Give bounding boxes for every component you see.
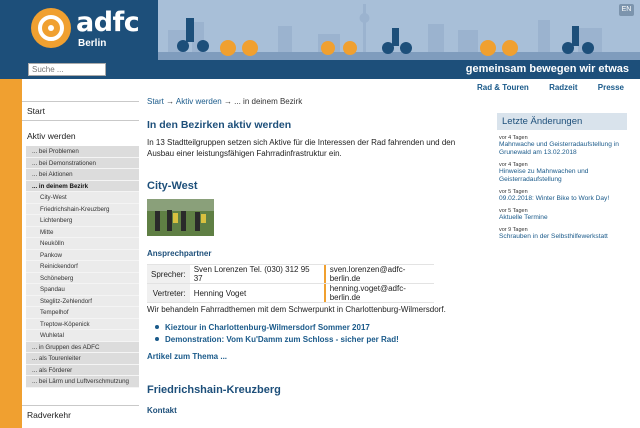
article-list: Kieztour in Charlottenburg-Wilmersdorf S… xyxy=(155,322,399,346)
bullet-icon xyxy=(155,325,159,329)
sidebar-subitem[interactable]: ... als Förderer xyxy=(26,364,139,376)
contact-email[interactable]: henning.voget@adfc-berlin.de xyxy=(325,283,434,303)
sidebar-subitem[interactable]: Reinickendorf xyxy=(26,261,139,273)
sidebar-subitem[interactable]: ... bei Demonstrationen xyxy=(26,157,139,169)
sidebar-item-start[interactable]: Start xyxy=(22,101,139,121)
article-link[interactable]: Kieztour in Charlottenburg-Wilmersdorf S… xyxy=(165,323,370,332)
language-switch-button[interactable]: EN xyxy=(619,4,634,16)
sidebar-subitem[interactable]: Tempelhof xyxy=(26,307,139,319)
contact-name: Sven Lorenzen Tel. (030) 312 95 37 xyxy=(189,264,324,284)
section-title-friedrichshain: Friedrichshain-Kreuzberg xyxy=(147,384,281,396)
breadcrumb: Start → Aktiv werden → ... in deinem Bez… xyxy=(147,97,302,106)
sidebar-subitem[interactable]: ... bei Problemen xyxy=(26,146,139,158)
contact-name: Henning Voget xyxy=(189,283,324,303)
sidebar-subitem[interactable]: Neukölln xyxy=(26,238,139,250)
logo-text: adfc xyxy=(76,7,140,38)
article-link[interactable]: Demonstration: Vom Ku'Damm zum Schloss -… xyxy=(165,335,399,344)
left-accent-stripe xyxy=(0,79,22,428)
sidebar-subitem[interactable]: Steglitz-Zehlendorf xyxy=(26,295,139,307)
table-row: Sprecher: Sven Lorenzen Tel. (030) 312 9… xyxy=(147,264,434,284)
search-input[interactable] xyxy=(28,63,106,76)
group-photo[interactable] xyxy=(147,199,214,236)
contact-email[interactable]: sven.lorenzen@adfc-berlin.de xyxy=(325,264,434,284)
sidebar-subitem[interactable]: ... bei Aktionen xyxy=(26,169,139,181)
adfc-logo-icon xyxy=(31,8,71,48)
change-link[interactable]: Schrauben in der Selbsthilfewerkstatt xyxy=(499,233,627,241)
contact-heading: Ansprechpartner xyxy=(147,249,212,258)
list-item[interactable]: Kieztour in Charlottenburg-Wilmersdorf S… xyxy=(155,322,399,334)
sidebar-item-aktiv-werden[interactable]: Aktiv werden xyxy=(22,127,139,145)
sidebar-subitem[interactable]: Pankow xyxy=(26,249,139,261)
toplink-radzeit[interactable]: Radzeit xyxy=(549,83,577,92)
slogan-text: gemeinsam bewegen wir etwas xyxy=(465,63,629,75)
slogan-bar: gemeinsam bewegen wir etwas xyxy=(158,60,640,79)
more-articles-link[interactable]: Artikel zum Thema ... xyxy=(147,352,227,361)
contact-role: Vertreter: xyxy=(147,283,190,303)
sidebar-subitem[interactable]: ... als Tourenleiter xyxy=(26,353,139,365)
sidebar-subitem[interactable]: ... in Gruppen des ADFC xyxy=(26,341,139,353)
sidebar-subitem[interactable]: ... bei Lärm und Luftverschmutzung xyxy=(26,376,139,388)
breadcrumb-arrow: → xyxy=(163,97,176,106)
header-banner-image: EN xyxy=(158,0,640,60)
sidebar-subitem[interactable]: Treptow-Köpenick xyxy=(26,318,139,330)
table-row: Vertreter: Henning Voget henning.voget@a… xyxy=(147,283,434,303)
cyclists-skyline-illustration xyxy=(158,0,640,60)
breadcrumb-start[interactable]: Start xyxy=(147,97,164,106)
sidebar-subitem[interactable]: Spandau xyxy=(26,284,139,296)
change-link[interactable]: 09.02.2018: Winter Bike to Work Day! xyxy=(499,195,627,203)
breadcrumb-aktiv-werden[interactable]: Aktiv werden xyxy=(176,97,222,106)
sidebar-subitem[interactable]: ... in deinem Bezirk xyxy=(26,180,139,192)
main-content: Start → Aktiv werden → ... in deinem Bez… xyxy=(147,79,487,428)
sidebar-subitem[interactable]: Schöneberg xyxy=(26,272,139,284)
page-title: In den Bezirken aktiv werden xyxy=(147,119,292,131)
toplink-presse[interactable]: Presse xyxy=(598,83,624,92)
recent-changes-title: Letzte Änderungen xyxy=(497,113,627,130)
change-link[interactable]: Mahnwache und Geisterradaufstellung in G… xyxy=(499,141,627,157)
change-link[interactable]: Hinweise zu Mahnwachen und Geisterradauf… xyxy=(499,168,627,184)
intro-text: In 13 Stadtteilgruppen setzen sich Aktiv… xyxy=(147,138,456,158)
list-item[interactable]: Demonstration: Vom Ku'Damm zum Schloss -… xyxy=(155,334,399,346)
list-item: vor 5 Tagen 09.02.2018: Winter Bike to Wo… xyxy=(497,189,627,203)
breadcrumb-current: → ... in deinem Bezirk xyxy=(221,97,303,106)
sidebar-item-radverkehr[interactable]: Radverkehr xyxy=(22,405,139,424)
site-header: adfc Berlin EN xyxy=(0,0,640,79)
logo-subtitle: Berlin xyxy=(78,38,107,49)
sidebar-nav: Start Aktiv werden ... bei Problemen... … xyxy=(22,79,139,428)
group-photo-image xyxy=(147,199,214,236)
topic-text: Wir behandeln Fahrradthemen mit dem Schw… xyxy=(147,305,446,314)
sidebar-subitem[interactable]: Lichtenberg xyxy=(26,215,139,227)
list-item: vor 9 Tagen Schrauben in der Selbsthilfew… xyxy=(497,227,627,241)
recent-changes-list: vor 4 Tagen Mahnwache und Geisterradaufst… xyxy=(497,135,627,241)
section-title-city-west: City-West xyxy=(147,180,198,192)
contact-role: Sprecher: xyxy=(147,264,190,284)
list-item: vor 4 Tagen Hinweise zu Mahnwachen und Ge… xyxy=(497,162,627,184)
sidebar-subitem[interactable]: Friedrichshain-Kreuzberg xyxy=(26,203,139,215)
list-item: vor 4 Tagen Mahnwache und Geisterradaufst… xyxy=(497,135,627,157)
sidebar-subitem[interactable]: Mitte xyxy=(26,226,139,238)
sidebar-subitem[interactable]: City-West xyxy=(26,192,139,204)
sidebar-subitem[interactable]: Wuhletal xyxy=(26,330,139,342)
list-item: vor 5 Tagen Aktuelle Termine xyxy=(497,208,627,222)
recent-changes-panel: Letzte Änderungen vor 4 Tagen Mahnwache u… xyxy=(497,113,627,241)
change-link[interactable]: Aktuelle Termine xyxy=(499,214,627,222)
bullet-icon xyxy=(155,337,159,341)
sidebar-sub-list: ... bei Problemen... bei Demonstrationen… xyxy=(26,146,139,388)
kontakt-heading: Kontakt xyxy=(147,406,177,415)
contact-table: Sprecher: Sven Lorenzen Tel. (030) 312 9… xyxy=(147,264,434,303)
